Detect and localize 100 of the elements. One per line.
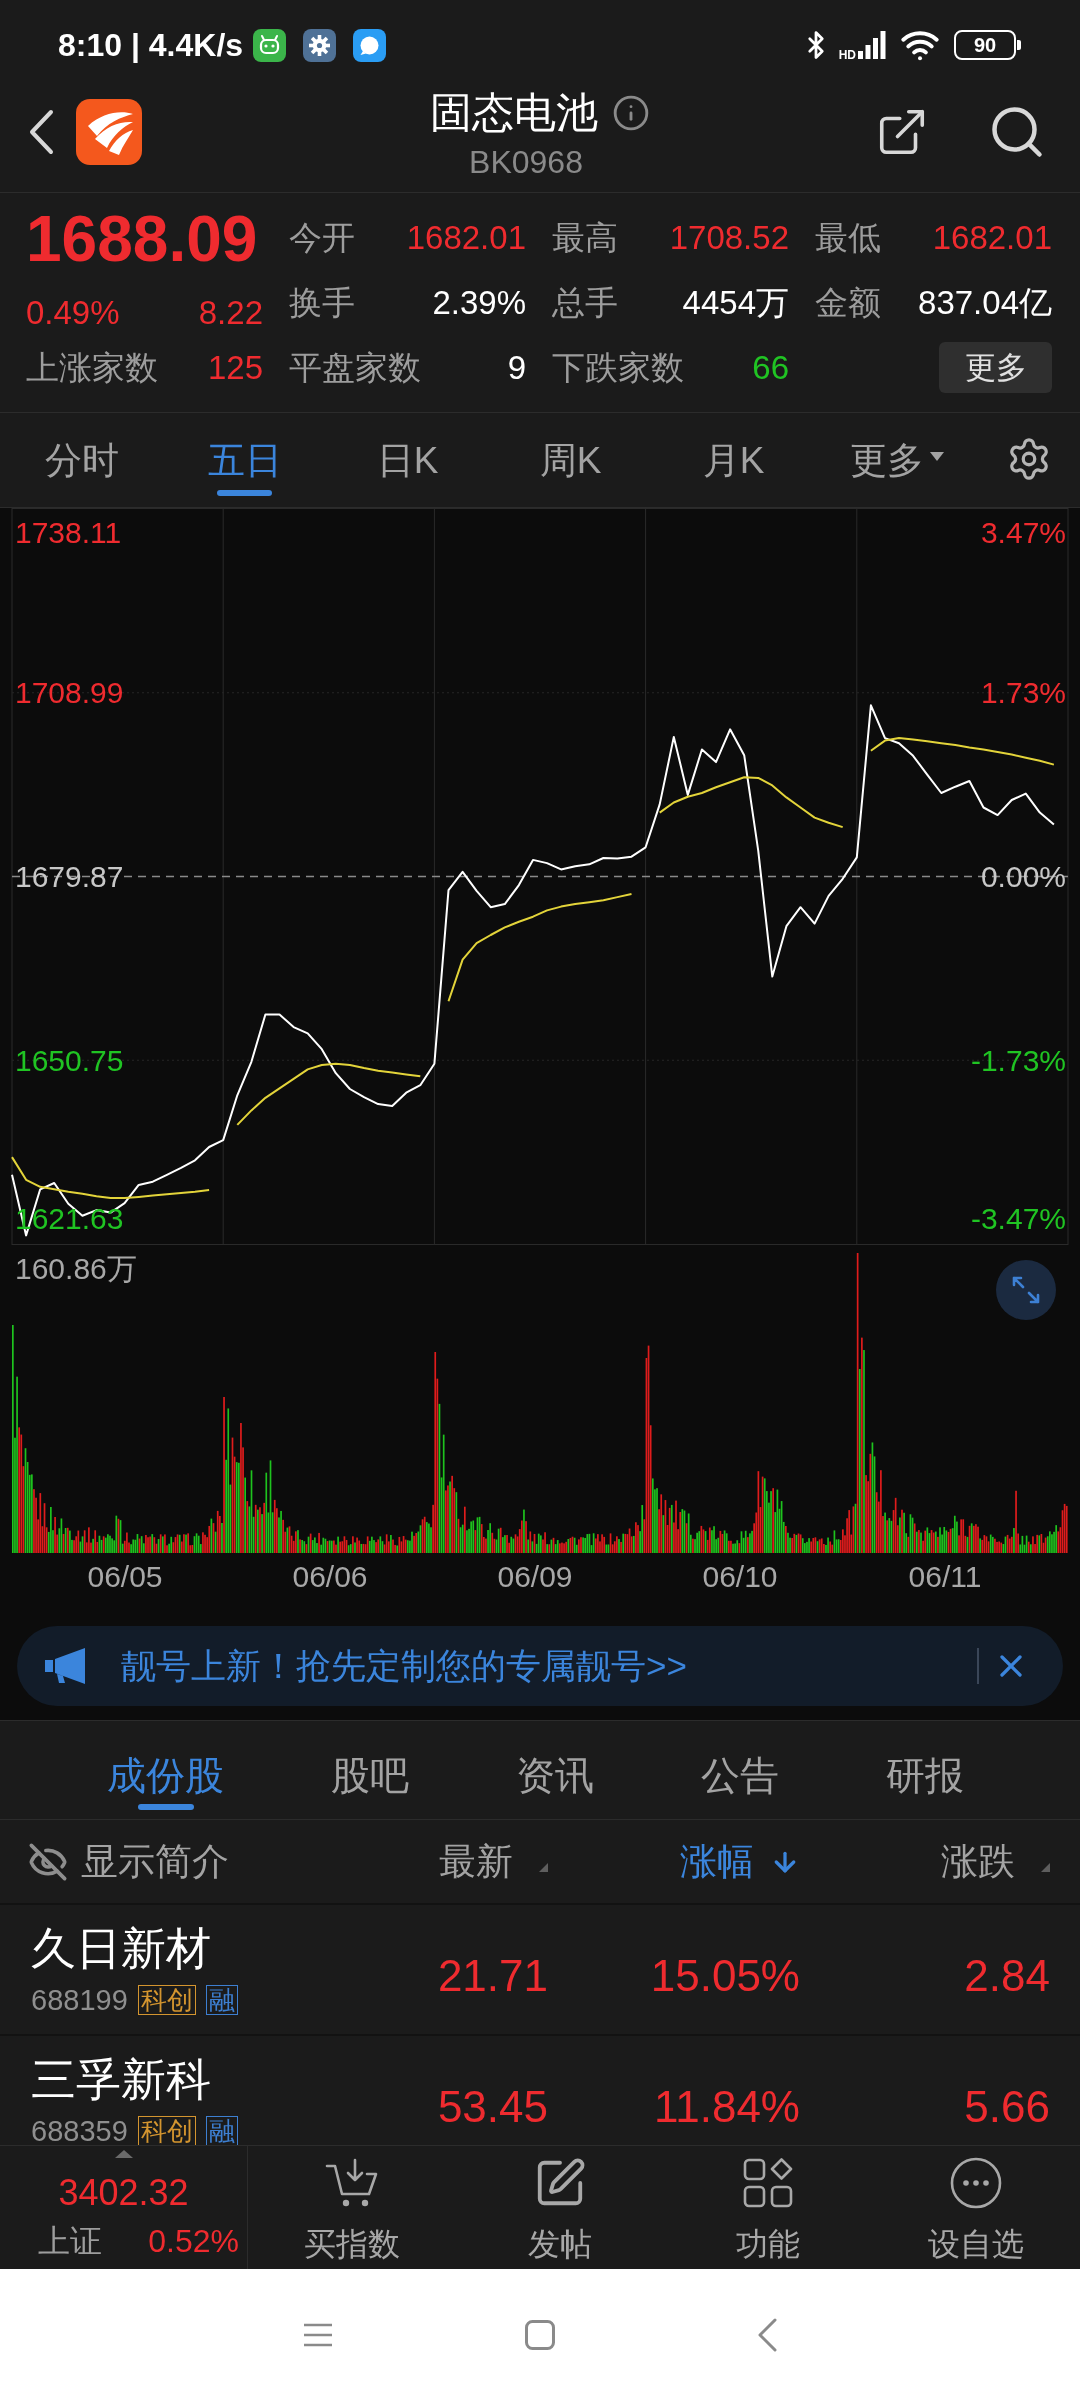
- percent-axis-label: -3.47%: [970, 1201, 1066, 1235]
- stat-label: 总手: [552, 282, 618, 323]
- signal-icon: [858, 31, 886, 59]
- date-label: 06/11: [908, 1559, 982, 1593]
- index-value: 3402.32: [58, 2171, 189, 2215]
- expand-button[interactable]: [996, 1260, 1056, 1320]
- chart-tab[interactable]: 分时: [44, 439, 119, 507]
- section-tab[interactable]: 股吧: [331, 1753, 409, 1810]
- board-code: BK0968: [469, 144, 583, 180]
- price-axis-label: 1738.11: [15, 515, 122, 549]
- battery-indicator: 90: [954, 30, 1021, 60]
- section-tab[interactable]: 公告: [701, 1753, 779, 1810]
- price-cell-text: 21.71: [437, 1950, 548, 2002]
- menu-button[interactable]: [303, 2322, 333, 2347]
- stat-label: 今开: [289, 217, 355, 258]
- sort-column-header[interactable]: 最新: [439, 1839, 548, 1884]
- change-cell-text: 2.84: [964, 1950, 1050, 2002]
- change-percent: 0.49%: [26, 293, 120, 333]
- price-axis-label: 1650.75: [15, 1043, 124, 1077]
- home-square-icon: [525, 2319, 555, 2350]
- more-button[interactable]: 更多: [939, 342, 1052, 393]
- stat-value: 1682.01: [932, 217, 1052, 258]
- stat-value: 2.39%: [432, 282, 526, 323]
- bottom-action-button[interactable]: 发帖: [528, 2146, 592, 2269]
- bottom-action-button[interactable]: 功能: [736, 2146, 800, 2269]
- stock-name[interactable]: 三孚新科: [31, 2053, 298, 2107]
- date-label: 06/06: [292, 1559, 368, 1593]
- home-button[interactable]: [525, 2319, 555, 2350]
- bottom-action-button[interactable]: 买指数: [304, 2146, 400, 2269]
- section-tab[interactable]: 研报: [886, 1753, 964, 1810]
- status-time: 8:10 | 4.4K/s: [58, 26, 244, 65]
- index-change-percent: 0.52%: [148, 2222, 239, 2261]
- stat-value: 837.04亿: [918, 282, 1052, 323]
- stock-name[interactable]: 久日新材: [31, 1922, 298, 1976]
- back-button[interactable]: [28, 109, 54, 155]
- date-label: 06/05: [87, 1559, 163, 1593]
- expand-arrows-icon: [1012, 1276, 1040, 1304]
- stat-value: 1708.52: [669, 217, 789, 258]
- percent-axis-label: 1.73%: [980, 676, 1066, 710]
- section-tab[interactable]: 成份股: [107, 1753, 224, 1810]
- sort-column-header[interactable]: 涨跌: [941, 1839, 1050, 1884]
- back-nav-button[interactable]: [757, 2317, 777, 2352]
- stat-label: 最低: [815, 217, 881, 258]
- info-icon[interactable]: [612, 94, 650, 132]
- section-tab[interactable]: 资讯: [516, 1753, 594, 1810]
- banner-text[interactable]: 靓号上新！抢先定制您的专属靓号>>: [121, 1644, 687, 1688]
- stat-label: 平盘家数: [289, 347, 421, 388]
- percent-axis-label: -1.73%: [970, 1043, 1066, 1077]
- stat-value: 125: [207, 347, 263, 388]
- sort-column-header[interactable]: 涨幅: [680, 1839, 800, 1884]
- change-cell-text: 5.66: [964, 2081, 1050, 2133]
- dropdown-triangle-icon: [929, 451, 944, 461]
- change-percent-cell-text: 15.05%: [650, 1950, 800, 2002]
- eye-off-icon: [28, 1841, 68, 1882]
- expand-ticker-button[interactable]: [114, 2150, 133, 2158]
- app-logo-icon: [76, 99, 142, 165]
- price-cell-text: 53.45: [437, 2081, 548, 2133]
- chat-bubble-app-icon: [353, 28, 387, 62]
- chart-tab[interactable]: 月K: [702, 439, 765, 507]
- megaphone-icon: [45, 1648, 87, 1684]
- stat-label: 下跌家数: [552, 347, 684, 388]
- sort-triangle-icon: [539, 1862, 548, 1872]
- date-label: 06/09: [497, 1559, 573, 1593]
- gear-app-icon: [303, 28, 337, 62]
- sort-triangle-icon: [1041, 1862, 1050, 1872]
- stat-label: 最高: [552, 217, 618, 258]
- index-price: 1688.09: [26, 205, 259, 273]
- chart-tab[interactable]: 周K: [539, 439, 602, 507]
- caret-up-icon: [114, 2150, 133, 2158]
- stock-code: 688359: [31, 2114, 128, 2145]
- more-menu-button[interactable]: 更多: [849, 439, 944, 507]
- more-options-icon: [950, 2157, 1002, 2209]
- price-axis-label: 1708.99: [15, 676, 124, 710]
- apps-grid-icon: [743, 2158, 793, 2208]
- back-icon: [757, 2317, 777, 2352]
- stat-value: 9: [507, 347, 526, 388]
- stat-label: 换手: [289, 282, 355, 323]
- chart-tab[interactable]: 五日: [207, 439, 282, 507]
- stat-value: 1682.01: [406, 217, 526, 258]
- stock-code: 688199: [31, 1983, 128, 2018]
- network-type-label: HD: [838, 49, 856, 61]
- stat-value: 4454万: [682, 282, 789, 323]
- market-tag: 科创: [137, 1985, 196, 2015]
- menu-icon: [303, 2322, 333, 2347]
- market-tag: 融: [205, 1985, 238, 2015]
- robot-app-icon: [253, 28, 287, 62]
- chart-tab[interactable]: 日K: [376, 439, 439, 507]
- show-intro-toggle[interactable]: 显示简介: [28, 1839, 229, 1884]
- stat-value: 66: [752, 347, 789, 388]
- bottom-action-button[interactable]: 设自选: [928, 2146, 1024, 2269]
- stat-label: 上涨家数: [26, 347, 158, 388]
- volume-max-label: 160.86万: [15, 1251, 137, 1285]
- cart-icon: [325, 2158, 379, 2208]
- promo-banner[interactable]: 靓号上新！抢先定制您的专属靓号>>: [17, 1626, 1063, 1706]
- percent-axis-label: 0.00%: [980, 860, 1066, 893]
- page-title: 固态电池: [430, 90, 598, 136]
- index-name: 上证: [38, 2222, 102, 2261]
- change-percent-cell-text: 11.84%: [654, 2081, 800, 2133]
- date-label: 06/10: [702, 1559, 778, 1593]
- price-axis-label: 1679.87: [15, 860, 124, 893]
